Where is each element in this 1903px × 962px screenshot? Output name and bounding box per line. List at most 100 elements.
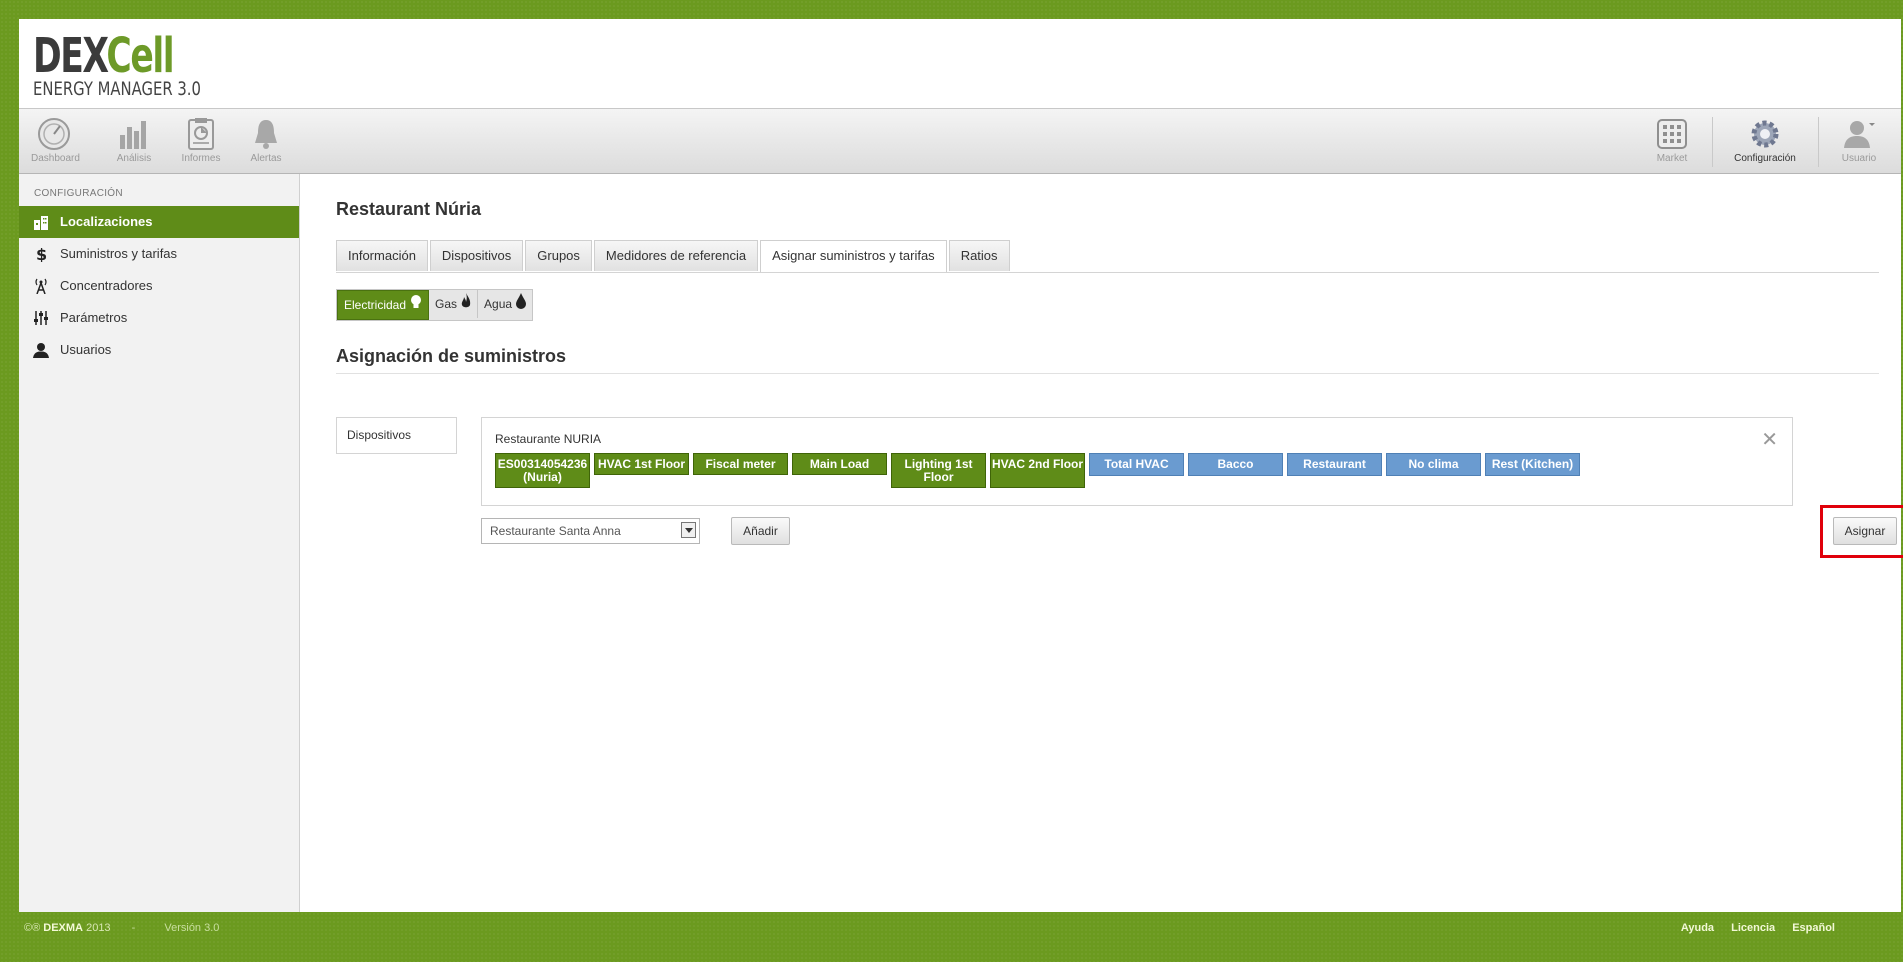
supply-chip[interactable]: Total HVAC [1089,453,1184,476]
energy-electricidad-button[interactable]: Electricidad [337,290,430,320]
section-title: Asignación de suministros [336,346,567,366]
supply-chip[interactable]: Restaurant [1287,453,1382,476]
sidebar-item-label: Parámetros [60,310,128,325]
main-content: Restaurant Núria Información Dispositivo… [300,174,1903,912]
help-link[interactable]: Ayuda [1681,922,1714,934]
sidebar-item-concentradores[interactable]: Concentradores [19,270,299,302]
dollar-icon: $ [36,246,47,262]
supply-chip[interactable]: HVAC 1st Floor [594,453,689,475]
divider [336,373,1879,374]
sidebar-item-label: Localizaciones [60,214,153,229]
toolbar-label: Alertas [250,153,282,164]
footer: ©® DEXMA 2013 - Versión 3.0 Ayuda Licenc… [0,912,1903,962]
sliders-icon [34,311,48,325]
drop-icon [516,292,527,309]
tab-medidores[interactable]: Medidores de referencia [593,240,759,271]
toolbar-divider [1712,117,1713,167]
app-frame: DEXCell ENERGY MANAGER 3.0 Dashboard Aná… [19,19,1903,912]
dexcell-logo[interactable]: DEXCell ENERGY MANAGER 3.0 [33,31,248,100]
supply-chip[interactable]: Rest (Kitchen) [1485,453,1580,476]
main-toolbar: Dashboard Análisis Informes Alertas Mark… [19,109,1901,174]
tab-ratios[interactable]: Ratios [948,240,1010,271]
sidebar-item-label: Suministros y tarifas [60,246,178,261]
antenna-icon [35,278,47,294]
company-name: DEXMA [43,922,84,934]
page-title: Restaurant Núria [336,199,482,219]
language-link[interactable]: Español [1792,922,1835,934]
energy-type-switcher: Electricidad Gas Agua [336,289,534,321]
tab-grupos[interactable]: Grupos [525,240,592,271]
tab-bar: Información Dispositivos Grupos Medidore… [336,240,1879,273]
devices-panel[interactable]: Dispositivos [336,417,457,454]
toolbar-alertas[interactable]: Alertas [246,109,286,173]
tab-dispositivos[interactable]: Dispositivos [429,240,524,271]
toolbar-label: Informes [181,153,221,164]
close-icon[interactable]: ✕ [1761,427,1778,452]
license-link[interactable]: Licencia [1731,922,1775,934]
bulb-icon [411,294,422,308]
footer-links: Ayuda Licencia Español [1667,922,1835,934]
tab-informacion[interactable]: Información [336,240,428,271]
sidebar-title: CONFIGURACIÓN [34,188,123,199]
toolbar-market[interactable]: Market [1653,109,1691,173]
energy-agua-button[interactable]: Agua [478,290,532,318]
toolbar-label: Análisis [116,153,152,164]
toolbar-label: Usuario [1841,153,1877,164]
flame-icon [461,292,471,308]
tab-asignar-suministros[interactable]: Asignar suministros y tarifas [760,240,947,272]
energy-label: Agua [484,297,513,311]
buildings-icon [34,216,48,230]
supply-chip[interactable]: Fiscal meter [693,453,788,475]
supply-chip[interactable]: ES00314054236 (Nuria) [495,453,590,488]
copyright-year: 2013 [86,922,111,934]
toolbar-label: Market [1656,153,1688,164]
toolbar-divider [1818,117,1819,167]
bar-chart-icon [120,121,146,149]
energy-gas-button[interactable]: Gas [429,290,479,318]
add-button[interactable]: Añadir [731,517,790,545]
toolbar-analisis[interactable]: Análisis [114,109,154,173]
toolbar-label: Dashboard [31,153,80,164]
footer-separator: - [131,922,136,934]
toolbar-label: Configuración [1734,153,1796,164]
assign-button[interactable]: Asignar [1833,517,1897,545]
grid-icon [1657,119,1687,149]
toolbar-configuracion[interactable]: Configuración [1729,109,1801,173]
supply-chip[interactable]: Main Load [792,453,887,475]
supply-chip[interactable]: No clima [1386,453,1481,476]
energy-label: Electricidad [344,298,407,312]
sidebar-item-suministros[interactable]: $ Suministros y tarifas [19,238,299,270]
sidebar-item-parametros[interactable]: Parámetros [19,302,299,334]
select-value: Restaurante Santa Anna [490,524,621,538]
chip-list: ES00314054236 (Nuria) HVAC 1st Floor Fis… [495,453,1584,488]
chevron-down-icon[interactable] [681,522,696,538]
toolbar-informes[interactable]: Informes [179,109,223,173]
location-name: Restaurante NURIA [495,432,602,446]
gauge-icon [38,118,70,150]
logo-dex: DEX [33,28,108,84]
assignment-box: Restaurante NURIA ✕ ES00314054236 (Nuria… [481,417,1793,506]
version-text: Versión 3.0 [164,922,220,934]
supply-chip[interactable]: Bacco [1188,453,1283,476]
footer-left: ©® DEXMA 2013 - Versión 3.0 [24,922,219,934]
bell-icon [255,120,277,149]
svg-text:$: $ [36,246,47,262]
sidebar-item-usuarios[interactable]: Usuarios [19,334,299,366]
sidebar-item-localizaciones[interactable]: Localizaciones [19,206,299,238]
location-select[interactable]: Restaurante Santa Anna [481,518,700,544]
sidebar-item-label: Usuarios [60,342,112,357]
report-icon [188,118,214,150]
gear-icon [1751,120,1779,148]
logo-cell: Cell [106,28,174,84]
supply-chip[interactable]: Lighting 1st Floor [891,453,986,488]
sidebar: CONFIGURACIÓN Localizaciones $ Suministr… [19,174,300,912]
toolbar-dashboard[interactable]: Dashboard [31,109,80,173]
toolbar-usuario[interactable]: Usuario [1837,109,1881,173]
user-icon [33,343,49,358]
supply-chip[interactable]: HVAC 2nd Floor [990,453,1085,488]
user-icon [1844,121,1875,148]
header: DEXCell ENERGY MANAGER 3.0 [19,19,1901,109]
sidebar-item-label: Concentradores [60,278,153,293]
copyright-symbol: ©® [24,922,41,934]
logo-subtitle: ENERGY MANAGER 3.0 [33,78,201,100]
